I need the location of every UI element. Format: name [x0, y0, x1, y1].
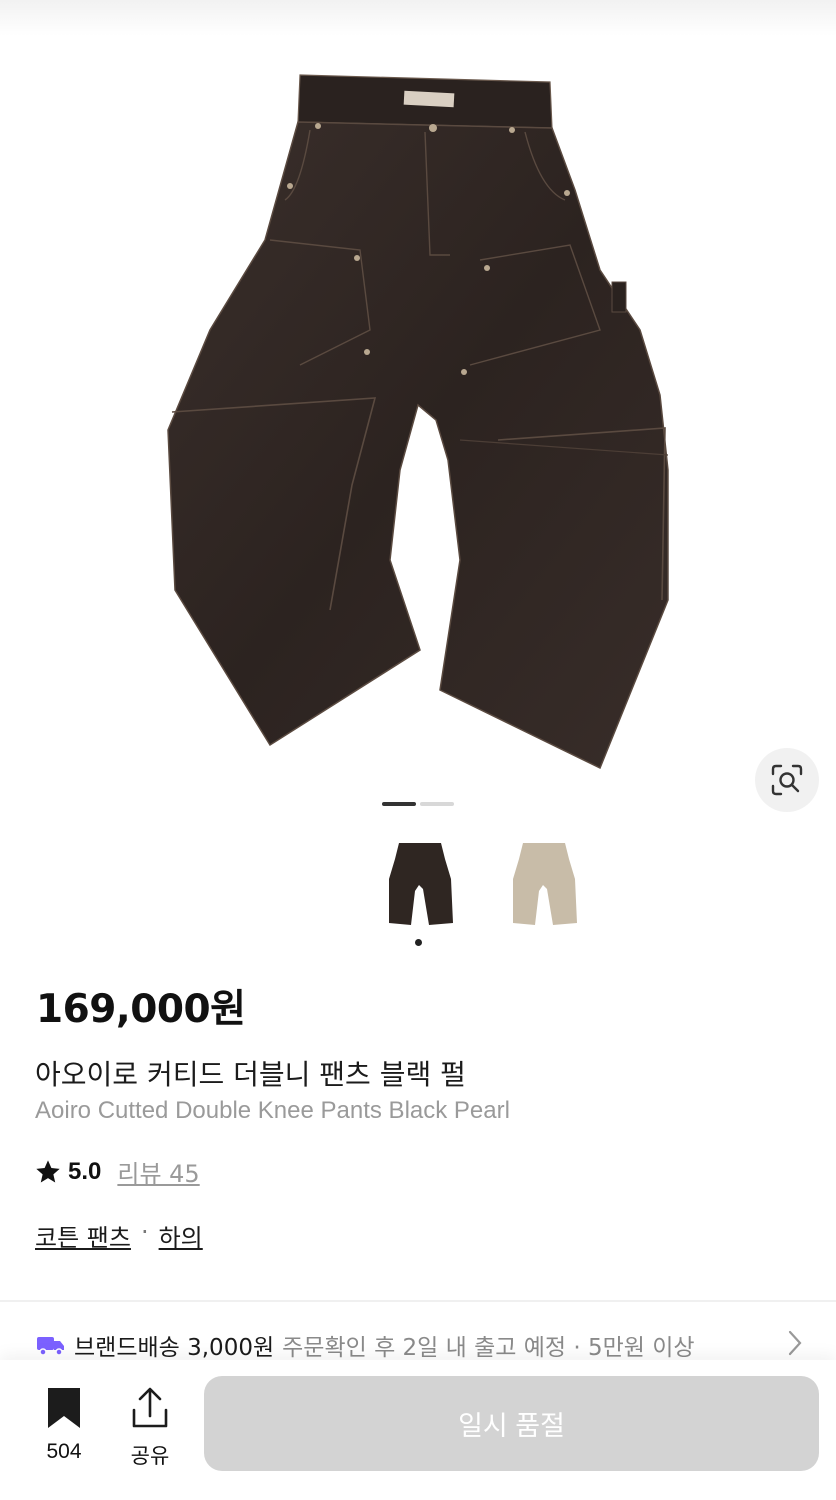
- rating-row: 5.0 리뷰 45: [34, 1154, 200, 1189]
- truck-icon: [37, 1337, 64, 1356]
- pager-indicator-1: [382, 802, 416, 806]
- product-price: 169,000원: [36, 987, 246, 1032]
- share-button[interactable]: 공유: [122, 1386, 178, 1470]
- review-link[interactable]: 리뷰 45: [117, 1154, 199, 1189]
- thumbnail-black[interactable]: [378, 836, 462, 932]
- image-search-button[interactable]: [755, 748, 819, 812]
- bookmark-count: 504: [46, 1440, 82, 1463]
- soldout-button[interactable]: 일시 품절: [204, 1376, 819, 1471]
- product-name-english: Aoiro Cutted Double Knee Pants Black Pea…: [35, 1097, 510, 1124]
- delivery-schedule: 주문확인 후 2일 내 출고 예정 · 5만원 이상: [282, 1335, 695, 1361]
- category-separator: ·: [140, 1218, 149, 1246]
- category-link-bottoms[interactable]: 하의: [159, 1218, 203, 1253]
- share-icon: [132, 1387, 168, 1428]
- color-thumbnails: [378, 836, 586, 932]
- lens-scan-icon: [771, 764, 803, 796]
- delivery-fee-label: 브랜드배송 3,000원: [74, 1335, 275, 1361]
- rating-score: 5.0: [68, 1157, 102, 1185]
- selected-thumbnail-dot: [415, 939, 422, 946]
- share-label: 공유: [130, 1444, 170, 1468]
- image-pager: [382, 802, 454, 806]
- category-breadcrumb: 코튼 팬츠 · 하의: [35, 1218, 203, 1253]
- thumbnail-beige[interactable]: [502, 836, 586, 932]
- chevron-right-icon: [788, 1330, 802, 1356]
- product-name-korean: 아오이로 커티드 더블니 팬츠 블랙 펄: [35, 1058, 466, 1091]
- section-divider: [0, 1300, 836, 1302]
- pager-indicator-2: [420, 802, 454, 806]
- star-icon: [36, 1159, 60, 1182]
- category-link-cotton-pants[interactable]: 코튼 팬츠: [35, 1218, 131, 1253]
- bookmark-button[interactable]: 504: [36, 1386, 92, 1464]
- product-main-image[interactable]: [0, 0, 836, 790]
- bookmark-icon: [48, 1388, 80, 1428]
- delivery-info-row[interactable]: 브랜드배송 3,000원 주문확인 후 2일 내 출고 예정 · 5만원 이상: [36, 1328, 826, 1362]
